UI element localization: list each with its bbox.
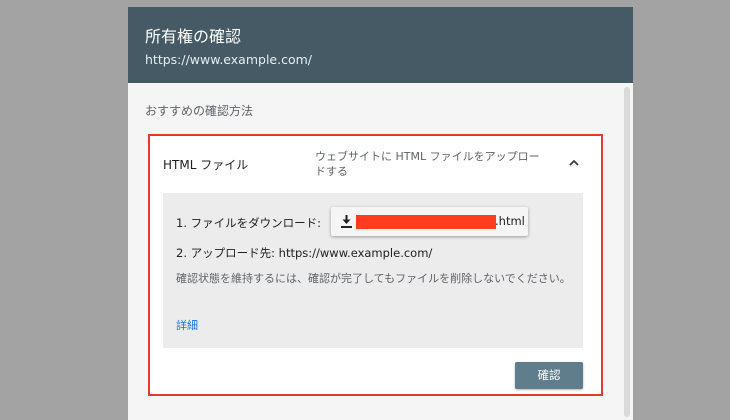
recommended-method-label: おすすめの確認方法 xyxy=(145,104,254,118)
file-extension: .html xyxy=(495,214,525,228)
verify-button[interactable]: 確認 xyxy=(515,362,583,389)
details-link[interactable]: 詳細 xyxy=(176,317,198,333)
download-file-button[interactable]: .html xyxy=(331,207,528,236)
steps-panel: 1. ファイルをダウンロード: .html 2. アップロード先: https:… xyxy=(163,193,583,348)
html-file-method-card: HTML ファイル ウェブサイトに HTML ファイルをアップロードする 1. … xyxy=(148,134,603,396)
scrollbar[interactable] xyxy=(624,87,630,417)
step-2-label: 2. アップロード先: https://www.example.com/ xyxy=(176,246,433,260)
dialog-title: 所有権の確認 xyxy=(145,27,242,46)
redacted-filename xyxy=(356,215,496,229)
method-name[interactable]: HTML ファイル xyxy=(163,156,248,173)
method-description: ウェブサイトに HTML ファイルをアップロードする xyxy=(315,150,540,178)
ownership-verification-dialog: 所有権の確認 https://www.example.com/ おすすめの確認方… xyxy=(128,7,633,420)
dialog-header: 所有権の確認 https://www.example.com/ xyxy=(128,7,633,83)
download-icon xyxy=(341,215,352,228)
chevron-up-icon[interactable] xyxy=(567,156,581,170)
step-1-label: 1. ファイルをダウンロード: xyxy=(176,216,322,230)
property-url: https://www.example.com/ xyxy=(145,52,312,67)
keep-file-note: 確認状態を維持するには、確認が完了してもファイルを削除しないでください。 xyxy=(176,272,571,285)
